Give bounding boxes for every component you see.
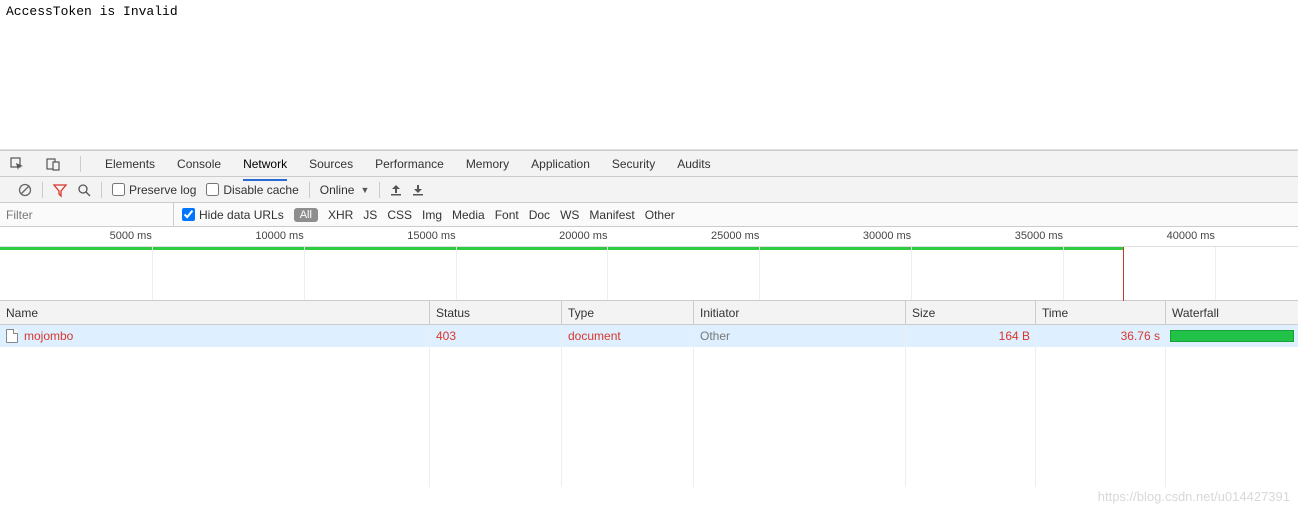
preserve-log-checkbox[interactable]: Preserve log (112, 183, 196, 197)
tab-elements[interactable]: Elements (105, 152, 155, 176)
request-time: 36.76 s (1121, 329, 1160, 343)
filter-type-img[interactable]: Img (422, 208, 442, 222)
separator (42, 182, 43, 198)
timeline-tick: 5000 ms (110, 230, 152, 242)
devtools-tabs-bar: Elements Console Network Sources Perform… (0, 151, 1298, 177)
filter-type-ws[interactable]: WS (560, 208, 579, 222)
waterfall-bar (1170, 330, 1294, 342)
filter-type-doc[interactable]: Doc (529, 208, 550, 222)
network-toolbar: Preserve log Disable cache Online ▼ (0, 177, 1298, 203)
tab-sources[interactable]: Sources (309, 152, 353, 176)
download-icon[interactable] (412, 184, 424, 196)
filter-type-all[interactable]: All (294, 208, 318, 222)
request-type: document (568, 329, 621, 343)
filter-type-media[interactable]: Media (452, 208, 485, 222)
timeline-track (0, 247, 1298, 251)
request-status: 403 (436, 329, 456, 343)
request-name: mojombo (24, 329, 73, 343)
device-toolbar-icon[interactable] (44, 155, 62, 173)
col-header-size[interactable]: Size (906, 301, 1036, 324)
request-size: 164 B (999, 329, 1030, 343)
col-header-time[interactable]: Time (1036, 301, 1166, 324)
timeline-tick: 40000 ms (1167, 230, 1215, 242)
network-request-list: mojombo 403 document Other 164 B 36.76 s (0, 325, 1298, 487)
timeline-tick: 10000 ms (255, 230, 303, 242)
disable-cache-label: Disable cache (223, 183, 298, 197)
timeline-tick: 30000 ms (863, 230, 911, 242)
clear-icon[interactable] (18, 183, 32, 197)
filter-type-js[interactable]: JS (363, 208, 377, 222)
inspect-element-icon[interactable] (8, 155, 26, 173)
separator (80, 156, 81, 172)
search-icon[interactable] (77, 183, 91, 197)
tab-security[interactable]: Security (612, 152, 655, 176)
timeline-tick: 35000 ms (1015, 230, 1063, 242)
timeline-tick: 20000 ms (559, 230, 607, 242)
tab-performance[interactable]: Performance (375, 152, 444, 176)
tab-audits[interactable]: Audits (677, 152, 710, 176)
timeline-tick: 25000 ms (711, 230, 759, 242)
chevron-down-icon: ▼ (360, 185, 369, 195)
page-message: AccessToken is Invalid (0, 0, 1298, 23)
col-header-waterfall[interactable]: Waterfall (1166, 301, 1298, 324)
network-timeline[interactable]: 5000 ms 10000 ms 15000 ms 20000 ms 25000… (0, 227, 1298, 301)
document-icon (6, 329, 18, 343)
tab-memory[interactable]: Memory (466, 152, 509, 176)
timeline-ruler: 5000 ms 10000 ms 15000 ms 20000 ms 25000… (0, 227, 1298, 247)
separator (379, 182, 380, 198)
tab-application[interactable]: Application (531, 152, 590, 176)
col-header-initiator[interactable]: Initiator (694, 301, 906, 324)
throttling-select[interactable]: Online ▼ (320, 183, 370, 197)
disable-cache-checkbox[interactable]: Disable cache (206, 183, 298, 197)
filter-type-css[interactable]: CSS (387, 208, 412, 222)
preserve-log-label: Preserve log (129, 183, 196, 197)
filter-input[interactable] (6, 208, 167, 222)
devtools-tabs: Elements Console Network Sources Perform… (105, 152, 711, 176)
timeline-cursor (1123, 247, 1124, 301)
separator (101, 182, 102, 198)
page-content: AccessToken is Invalid (0, 0, 1298, 150)
filter-input-wrap (0, 203, 174, 226)
col-header-type[interactable]: Type (562, 301, 694, 324)
tab-network[interactable]: Network (243, 152, 287, 181)
hide-data-urls-label: Hide data URLs (199, 208, 284, 222)
col-header-name[interactable]: Name (0, 301, 430, 324)
watermark: https://blog.csdn.net/u014427391 (1098, 489, 1290, 504)
filter-type-xhr[interactable]: XHR (328, 208, 353, 222)
throttling-value: Online (320, 183, 355, 197)
filter-icon[interactable] (53, 183, 67, 197)
upload-icon[interactable] (390, 184, 402, 196)
network-columns-header: Name Status Type Initiator Size Time Wat… (0, 301, 1298, 325)
filter-type-font[interactable]: Font (495, 208, 519, 222)
filter-type-other[interactable]: Other (645, 208, 675, 222)
separator (309, 182, 310, 198)
col-header-status[interactable]: Status (430, 301, 562, 324)
table-row[interactable]: mojombo 403 document Other 164 B 36.76 s (0, 325, 1298, 347)
hide-data-urls-checkbox[interactable]: Hide data URLs (182, 208, 284, 222)
devtools-panel: Elements Console Network Sources Perform… (0, 150, 1298, 487)
timeline-tick: 15000 ms (407, 230, 455, 242)
network-filter-bar: Hide data URLs All XHR JS CSS Img Media … (0, 203, 1298, 227)
tab-console[interactable]: Console (177, 152, 221, 176)
request-initiator: Other (700, 329, 730, 343)
filter-type-manifest[interactable]: Manifest (589, 208, 634, 222)
